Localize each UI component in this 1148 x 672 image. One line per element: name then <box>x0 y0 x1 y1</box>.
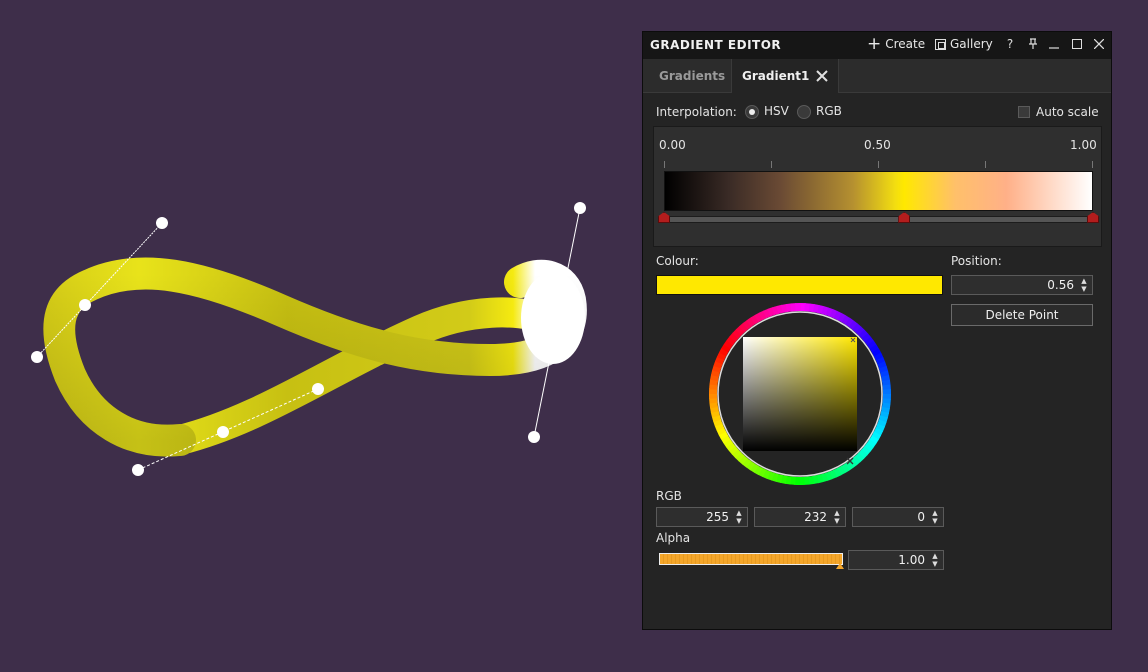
gradient-ramp-box: 0.00 0.50 1.00 <box>653 126 1102 247</box>
gallery-label: Gallery <box>950 37 993 51</box>
gradient-stop-marker[interactable] <box>658 212 670 223</box>
radio-rgb[interactable] <box>797 105 811 119</box>
gradient-stop-marker[interactable] <box>1087 212 1099 223</box>
tab-gradients[interactable]: Gradients <box>649 59 735 92</box>
rgb-label: RGB <box>656 489 682 503</box>
radio-hsv-label[interactable]: HSV <box>764 104 789 118</box>
stop-track[interactable] <box>664 216 1093 223</box>
tab-bar: Gradients Gradient1 <box>643 59 1111 93</box>
scale-tick <box>771 161 772 168</box>
alpha-spinbox[interactable]: 1.00 ▲▼ <box>848 550 944 570</box>
spin-arrows-icon[interactable]: ▲▼ <box>929 509 941 525</box>
red-value: 255 <box>706 510 729 524</box>
create-label: Create <box>885 37 925 51</box>
interpolation-label: Interpolation: <box>656 105 737 119</box>
viewport-canvas[interactable] <box>0 0 640 668</box>
alpha-slider[interactable] <box>659 553 843 565</box>
scale-tick <box>664 161 665 168</box>
tab-label: Gradient1 <box>742 69 809 83</box>
scale-label-end: 1.00 <box>1070 138 1097 152</box>
tab-close-icon[interactable] <box>816 70 828 82</box>
pin-icon[interactable] <box>1025 36 1041 52</box>
blue-value: 0 <box>917 510 925 524</box>
radio-hsv[interactable] <box>745 105 759 119</box>
gradient-editor-panel: GRADIENT EDITOR + Create Gallery ? Gradi… <box>642 31 1112 630</box>
green-value: 232 <box>804 510 827 524</box>
spin-arrows-icon[interactable]: ▲▼ <box>831 509 843 525</box>
help-icon[interactable]: ? <box>1002 36 1018 52</box>
scale-label-mid: 0.50 <box>864 138 891 152</box>
red-spinbox[interactable]: 255 ▲▼ <box>656 507 748 527</box>
handle-line <box>37 223 162 357</box>
curve-scene[interactable] <box>0 0 640 668</box>
auto-scale-checkbox[interactable] <box>1018 106 1030 118</box>
close-icon[interactable] <box>1091 36 1107 52</box>
control-point[interactable] <box>156 217 168 229</box>
control-point[interactable] <box>217 426 229 438</box>
position-value: 0.56 <box>1047 278 1074 292</box>
panel-titlebar[interactable]: GRADIENT EDITOR + Create Gallery ? <box>643 32 1111 59</box>
colour-swatch[interactable] <box>656 275 943 295</box>
gallery-icon <box>935 39 946 50</box>
delete-point-button[interactable]: Delete Point <box>951 304 1093 326</box>
spin-arrows-icon[interactable]: ▲▼ <box>929 552 941 568</box>
control-point[interactable] <box>132 464 144 476</box>
tab-label: Gradients <box>659 69 725 83</box>
control-point[interactable] <box>31 351 43 363</box>
gallery-button[interactable]: Gallery <box>935 37 993 51</box>
gradient-ramp[interactable] <box>664 171 1093 211</box>
spin-arrows-icon[interactable]: ▲▼ <box>1078 277 1090 293</box>
colour-label: Colour: <box>656 254 699 268</box>
colour-wheel[interactable] <box>706 300 894 488</box>
plus-icon: + <box>867 38 881 50</box>
scale-tick <box>985 161 986 168</box>
auto-scale-label[interactable]: Auto scale <box>1036 105 1099 119</box>
value-overlay <box>743 337 857 451</box>
scale-tick <box>1092 161 1093 168</box>
maximize-icon[interactable] <box>1069 36 1085 52</box>
control-point[interactable] <box>574 202 586 214</box>
control-point[interactable] <box>79 299 91 311</box>
scale-label-start: 0.00 <box>659 138 686 152</box>
scale-tick <box>878 161 879 168</box>
position-label: Position: <box>951 254 1002 268</box>
tube-end-highlight <box>521 272 585 364</box>
gradient-stop-marker[interactable] <box>898 212 910 223</box>
minimize-icon[interactable] <box>1046 36 1062 52</box>
green-spinbox[interactable]: 232 ▲▼ <box>754 507 846 527</box>
blue-spinbox[interactable]: 0 ▲▼ <box>852 507 944 527</box>
alpha-value: 1.00 <box>898 553 925 567</box>
alpha-slider-handle[interactable] <box>836 563 844 569</box>
tab-gradient1[interactable]: Gradient1 <box>731 59 839 93</box>
create-button[interactable]: + Create <box>867 37 925 51</box>
control-point[interactable] <box>528 431 540 443</box>
alpha-label: Alpha <box>656 531 690 545</box>
control-point[interactable] <box>312 383 324 395</box>
panel-title: GRADIENT EDITOR <box>650 38 781 52</box>
position-spinbox[interactable]: 0.56 ▲▼ <box>951 275 1093 295</box>
spin-arrows-icon[interactable]: ▲▼ <box>733 509 745 525</box>
radio-rgb-label[interactable]: RGB <box>816 104 842 118</box>
